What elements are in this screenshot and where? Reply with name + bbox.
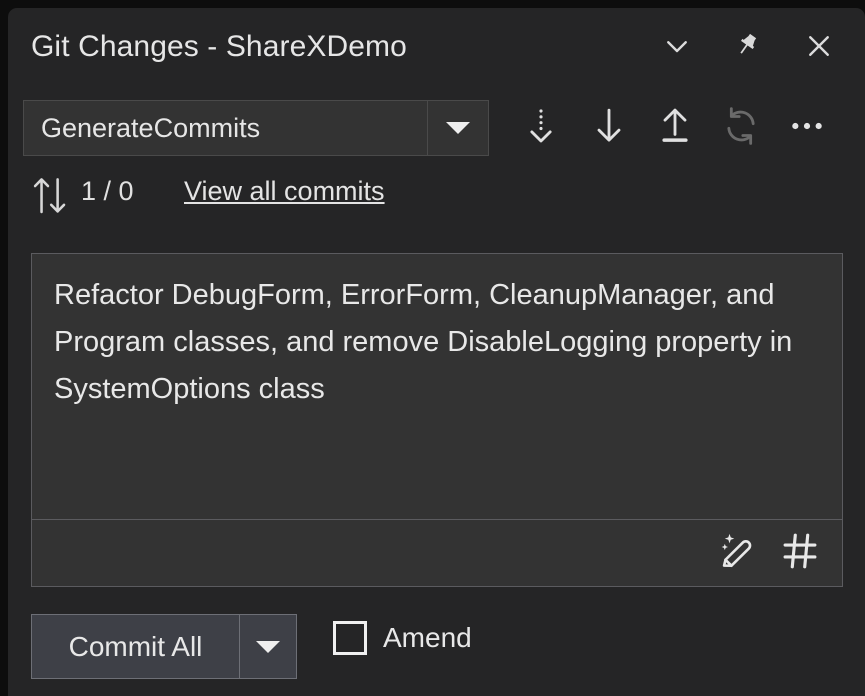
ellipsis-icon [787, 106, 827, 151]
add-issue-reference-button[interactable] [774, 527, 826, 579]
pull-icon [589, 106, 629, 151]
commit-counts-row: 1 / 0 View all commits [8, 162, 865, 230]
page-title: Git Changes - ShareXDemo [31, 30, 407, 63]
branch-name-label: GenerateCommits [24, 101, 428, 155]
amend-label: Amend [383, 622, 472, 653]
amend-checkbox-group[interactable]: Amend [333, 621, 472, 655]
more-actions-button[interactable] [781, 102, 833, 154]
chevron-down-icon [662, 31, 692, 66]
commit-message-input[interactable]: Refactor DebugForm, ErrorForm, CleanupMa… [32, 254, 842, 519]
branch-selector[interactable]: GenerateCommits [23, 100, 489, 156]
sync-icon [721, 106, 761, 151]
branch-toolbar-row: GenerateCommits [8, 86, 865, 162]
commit-counts-label: 1 / 0 [81, 176, 134, 206]
chevron-down-icon [446, 122, 470, 134]
pin-window-button[interactable] [726, 28, 768, 68]
push-button[interactable] [649, 102, 701, 154]
commit-all-label: Commit All [32, 615, 240, 678]
pin-icon [732, 31, 762, 66]
generate-commit-message-button[interactable] [710, 527, 762, 579]
amend-checkbox[interactable] [333, 621, 367, 655]
commit-action-row: Commit All Amend [8, 604, 865, 696]
commit-message-box[interactable]: Refactor DebugForm, ErrorForm, CleanupMa… [31, 253, 843, 587]
close-button[interactable] [798, 28, 840, 68]
sync-button[interactable] [715, 102, 767, 154]
hash-icon [779, 530, 821, 577]
ai-sparkle-pen-icon [715, 530, 757, 577]
close-icon [804, 31, 834, 66]
git-changes-tool-window: Git Changes - ShareXDemo GenerateCommits… [8, 8, 865, 696]
commit-all-button[interactable]: Commit All [31, 614, 297, 679]
up-down-arrows-icon [28, 174, 72, 216]
chevron-down-icon [256, 640, 280, 653]
commit-message-toolbar [32, 519, 842, 586]
view-all-commits-link[interactable]: View all commits [184, 176, 385, 207]
title-bar: Git Changes - ShareXDemo [8, 8, 865, 86]
commit-all-dropdown-button[interactable] [240, 615, 296, 678]
window-dropdown-button[interactable] [656, 28, 698, 68]
branch-dropdown-button[interactable] [428, 101, 488, 155]
fetch-icon [521, 106, 561, 151]
pull-button[interactable] [583, 102, 635, 154]
fetch-button[interactable] [515, 102, 567, 154]
push-icon [655, 106, 695, 151]
